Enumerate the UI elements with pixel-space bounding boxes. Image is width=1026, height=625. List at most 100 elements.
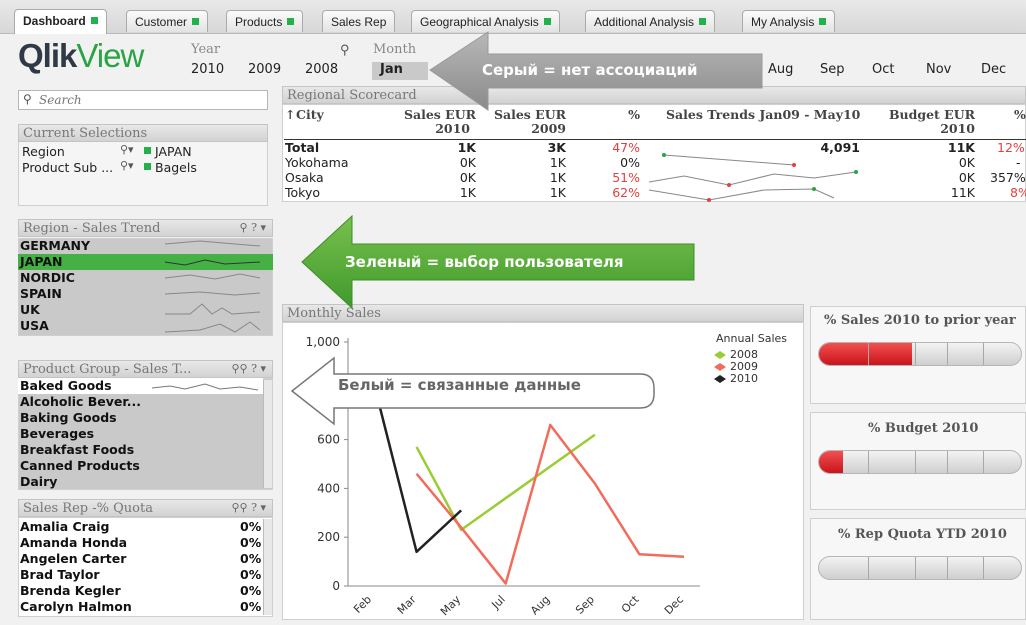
qlikview-logo: QlikView [18,37,144,74]
row-sales-2009: 1K [549,170,566,185]
x-tick-label: Mar [395,593,419,617]
search-box[interactable]: ⚲ [18,90,268,110]
gauge-tick [915,451,916,473]
gauge-tick [947,557,948,579]
current-selections-title: Current Selections [18,124,268,142]
row-pct-budget: 357% [990,170,1026,185]
sparkline [164,291,261,296]
row-sales-2010: 0K [459,170,476,185]
year-item[interactable]: 2009 [248,62,281,77]
col-city[interactable]: City [296,107,324,122]
sparkline [164,321,261,333]
sparkline [165,303,261,315]
legend-marker [714,351,726,359]
region-item[interactable]: UK [20,302,40,318]
gauge-fill [819,451,844,473]
product-group-item[interactable]: Baked Goods [20,378,112,394]
tab-status-dot-icon [819,18,827,25]
row-pct-budget: 8% [1010,185,1026,200]
gauge-tick [983,557,984,579]
gauge-rep-quota [818,556,1022,580]
gauge-tick [947,451,948,473]
product-group-item[interactable]: Canned Products [20,458,140,474]
region-item[interactable]: SPAIN [20,286,62,302]
tab-geographical-analysis[interactable]: Geographical Analysis [411,10,560,32]
scorecard-sparklines [648,153,858,202]
sales-rep-quota: 0% [240,551,262,566]
caption-tools-icon[interactable]: ⚲⚲ ? ▾ [231,362,266,375]
region-item-selected[interactable]: JAPAN [20,254,62,270]
col-sales-2010-year: 2010 [435,121,470,136]
sparkline [164,259,261,266]
gauge-tick [915,343,916,365]
month-item[interactable]: Nov [926,62,951,77]
sales-rep-item[interactable]: Brad Taylor [20,567,100,583]
row-budget: 0K [958,155,975,170]
selection-search-icon[interactable]: ⚲▾ [120,143,134,156]
search-field-icon[interactable]: ⚲ [340,42,350,58]
tab-my-analysis[interactable]: My Analysis [742,10,836,32]
tab-dashboard[interactable]: Dashboard [14,9,107,34]
legend-marker [714,375,726,383]
x-tick-label: Sep [573,593,597,617]
series-line-2009 [415,423,685,585]
year-item[interactable]: 2008 [305,62,338,77]
sparkline-tokyo [648,188,835,201]
sales-rep-quota: 0% [240,583,262,598]
sales-rep-item[interactable]: Brenda Kegler [20,583,121,599]
caption-tools-icon[interactable]: ⚲⚲ ? ▾ [231,501,266,514]
month-item-selected[interactable]: Jan [372,62,428,80]
row-budget: 11K [947,140,975,155]
tab-products[interactable]: Products [226,10,304,32]
tab-customer[interactable]: Customer [126,10,209,32]
month-item[interactable]: Sep [820,62,845,77]
sales-rep-item[interactable]: Amanda Honda [20,535,127,551]
sales-rep-item[interactable]: Angelen Carter [20,551,126,567]
region-item[interactable]: GERMANY [20,238,90,254]
sales-rep-item[interactable]: Amalia Craig [20,519,110,535]
selection-status-icon [144,163,151,170]
selection-search-icon[interactable]: ⚲▾ [120,159,134,172]
sparkline [164,273,261,280]
selection-status-icon [144,147,151,154]
row-city: Tokyo [285,185,320,200]
col-pct-budget[interactable]: % [1014,107,1026,122]
row-pct: 47% [612,140,640,155]
gauge-tick [868,343,869,365]
caption-tools-icon[interactable]: ⚲ ? ▾ [240,221,266,234]
gauge-budget-2010 [818,450,1022,474]
sales-rep-item[interactable]: Carolyn Halmon [20,599,132,615]
selection-value: Bagels [155,160,197,175]
gray-callout-text: Серый = нет ассоциаций [482,61,698,79]
tab-additional-analysis[interactable]: Additional Analysis [585,10,716,32]
gauge-tick [915,557,916,579]
product-group-item[interactable]: Alcoholic Bever... [20,394,141,410]
col-budget-year: 2010 [940,121,975,136]
sales-rep-scrollbar[interactable] [263,519,272,615]
row-pct-budget: - [1016,155,1021,170]
y-tick-label: 0 [332,579,340,593]
product-group-scrollbar[interactable] [263,380,272,488]
year-item[interactable]: 2010 [191,62,224,77]
region-item[interactable]: NORDIC [20,270,75,286]
product-group-item[interactable]: Breakfast Foods [20,442,134,458]
product-group-title: Product Group - Sales T... ⚲⚲ ? ▾ [18,360,273,378]
search-input[interactable] [39,92,261,108]
sparkline-osaka [648,171,857,186]
row-pct: 62% [612,185,640,200]
product-group-item[interactable]: Beverages [20,426,94,442]
region-sparklines [164,240,261,333]
month-item[interactable]: Oct [872,62,894,77]
y-tick-label: 200 [317,530,340,544]
tab-sales-rep[interactable]: Sales Rep [322,10,396,32]
month-item[interactable]: Dec [981,62,1006,77]
sort-arrow-icon[interactable]: ↑ [285,107,295,122]
sparkline-max-point [854,170,858,174]
row-sales-2009: 1K [549,185,566,200]
month-item[interactable]: Aug [768,62,793,77]
product-group-item[interactable]: Dairy [20,474,57,490]
product-group-item[interactable]: Baking Goods [20,410,117,426]
col-budget[interactable]: Budget EUR [880,107,975,122]
product-group-sparkline [151,383,259,391]
region-item[interactable]: USA [20,318,49,334]
